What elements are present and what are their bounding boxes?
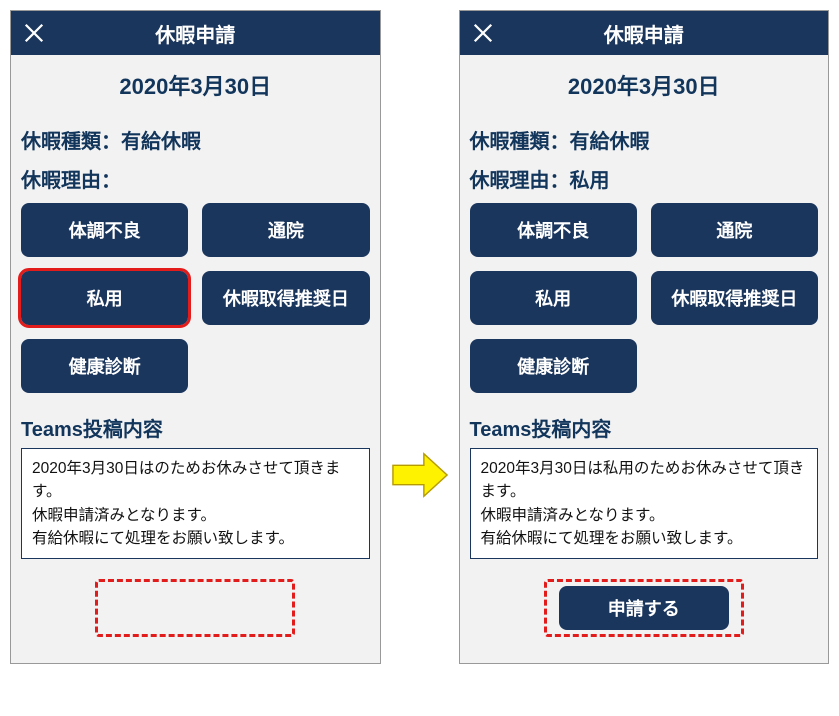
reason-button[interactable]: 私用 (470, 271, 637, 325)
close-icon[interactable] (470, 20, 496, 46)
reason-button[interactable]: 体調不良 (470, 203, 637, 257)
reason-button[interactable]: 体調不良 (21, 203, 188, 257)
leave-reason-line: 休暇理由： (21, 164, 370, 193)
teams-body: 2020年3月30日は私用のためお休みさせて頂きます。 休暇申請済みとなります。… (470, 448, 819, 559)
reason-grid: 体調不良 通院 私用 休暇取得推奨日 健康診断 (21, 203, 370, 393)
date-label: 2020年3月30日 (11, 55, 380, 125)
reason-button[interactable]: 私用 (21, 271, 188, 325)
close-icon[interactable] (21, 20, 47, 46)
leave-reason-label: 休暇理由： (470, 170, 570, 192)
reason-button[interactable]: 健康診断 (21, 339, 188, 393)
header-title: 休暇申請 (11, 19, 380, 48)
reason-grid: 体調不良 通院 私用 休暇取得推奨日 健康診断 (470, 203, 819, 393)
reason-button[interactable]: 健康診断 (470, 339, 637, 393)
leave-type-line: 休暇種類：有給休暇 (21, 125, 370, 154)
leave-type-label: 休暇種類： (21, 131, 121, 153)
phone-right: 休暇申請 2020年3月30日 休暇種類：有給休暇 休暇理由：私用 体調不良 通… (459, 10, 830, 664)
teams-body: 2020年3月30日はのためお休みさせて頂きます。 休暇申請済みとなります。 有… (21, 448, 370, 559)
submit-area (21, 579, 370, 645)
submit-highlight: 申請する (544, 579, 744, 637)
reason-button[interactable]: 通院 (651, 203, 818, 257)
submit-area: 申請する (470, 579, 819, 645)
teams-section-title: Teams投稿内容 (470, 413, 819, 442)
submit-button[interactable]: 申請する (559, 586, 729, 630)
submit-placeholder (95, 579, 295, 637)
header: 休暇申請 (11, 11, 380, 55)
leave-type-value: 有給休暇 (570, 131, 650, 153)
teams-section-title: Teams投稿内容 (21, 413, 370, 442)
leave-reason-line: 休暇理由：私用 (470, 164, 819, 193)
date-label: 2020年3月30日 (460, 55, 829, 125)
leave-type-label: 休暇種類： (470, 131, 570, 153)
reason-button[interactable]: 休暇取得推奨日 (651, 271, 818, 325)
leave-reason-value: 私用 (570, 170, 610, 192)
leave-type-line: 休暇種類：有給休暇 (470, 125, 819, 154)
reason-button[interactable]: 通院 (202, 203, 369, 257)
leave-type-value: 有給休暇 (121, 131, 201, 153)
leave-reason-label: 休暇理由： (21, 170, 121, 192)
arrow-icon (391, 451, 449, 504)
header-title: 休暇申請 (460, 19, 829, 48)
reason-button[interactable]: 休暇取得推奨日 (202, 271, 369, 325)
phone-left: 休暇申請 2020年3月30日 休暇種類：有給休暇 休暇理由： 体調不良 通院 … (10, 10, 381, 664)
header: 休暇申請 (460, 11, 829, 55)
